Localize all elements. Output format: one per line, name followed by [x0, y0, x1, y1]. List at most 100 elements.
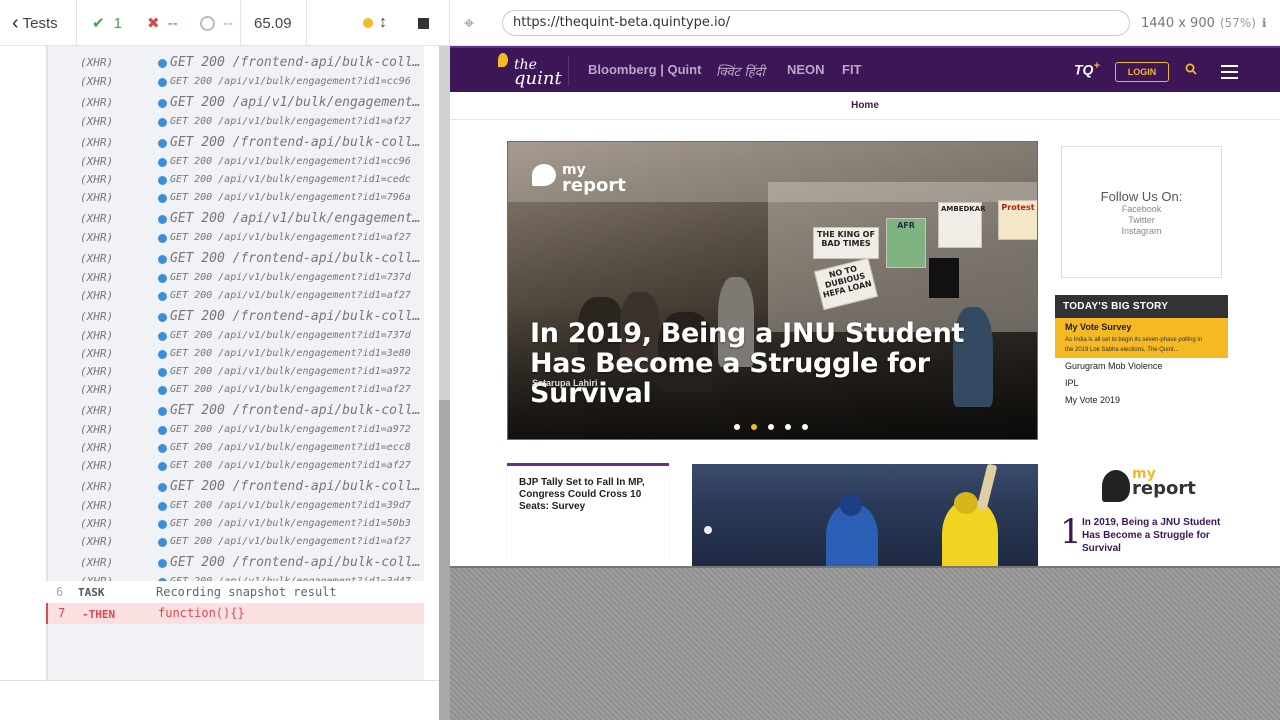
instagram-link[interactable]: Instagram	[1062, 226, 1221, 237]
stop-button[interactable]	[418, 0, 429, 46]
story-card[interactable]: BJP Tally Set to Fall In MP, Congress Co…	[507, 463, 669, 566]
command-xhr[interactable]: (XHR) GET 200 /frontend-api/bulk-collecti…	[48, 249, 424, 269]
xhr-status-dot-icon	[158, 175, 167, 185]
command-message: GET 200 /api/v1/bulk/engagement?id1=cc96	[170, 76, 411, 87]
command-xhr[interactable]: (XHR) GET 200 /api/v1/bulk/engagement?id1…	[48, 171, 424, 189]
follow-title: Follow Us On:	[1100, 189, 1183, 204]
big-story-item[interactable]: Gurugram Mob Violence	[1055, 358, 1228, 375]
command-xhr[interactable]: (XHR) GET 200 /api/v1/bulk/engagement?id1	[48, 93, 424, 113]
login-button[interactable]: LOGIN	[1115, 62, 1169, 82]
speech-bubble-icon	[532, 164, 556, 186]
big-story-featured-desc: the 2019 Lok Sabha elections, The Quint.…	[1065, 347, 1179, 353]
command-task[interactable]: 6 TASK Recording snapshot result	[46, 581, 424, 603]
command-xhr[interactable]: (XHR) GET 200 /frontend-api/bulk-collecti…	[48, 133, 424, 153]
selector-playground-button[interactable]: ⌖	[464, 0, 474, 46]
xhr-status-dot-icon	[158, 77, 167, 87]
command-name: (XHR)	[80, 556, 114, 569]
command-xhr[interactable]: (XHR) GET 200 /api/v1/bulk/engagement?id1…	[48, 327, 424, 345]
command-xhr[interactable]: (XHR) GET 200 /api/v1/bulk/engagement?id1…	[48, 439, 424, 457]
command-xhr[interactable]: (XHR) GET 200 /frontend-api/bulk-collecti…	[48, 553, 424, 573]
command-xhr[interactable]: (XHR) GET 200 /api/v1/bulk/engagement?id1…	[48, 113, 424, 131]
command-name: (XHR)	[80, 480, 114, 493]
url-bar[interactable]: https://thequint-beta.quintype.io/	[502, 10, 1130, 36]
command-xhr[interactable]: (XHR) GET 200 /api/v1/bulk/engagement?id1…	[48, 457, 424, 475]
command-name: (XHR)	[80, 310, 114, 323]
xhr-status-dot-icon	[158, 233, 167, 243]
command-xhr[interactable]: (XHR) GET 200 /api/v1/bulk/engagement?id1…	[48, 269, 424, 287]
hero-carousel[interactable]: THE KING OF BAD TIMES NO TO DUBIOUS HEFA…	[507, 141, 1038, 440]
command-xhr[interactable]: (XHR) GET 200 /api/v1/bulk/engagement?id1…	[48, 287, 424, 305]
breadcrumb-home[interactable]: Home	[450, 92, 1280, 120]
big-story-featured-title: My Vote Survey	[1065, 322, 1132, 332]
search-icon[interactable]	[1185, 62, 1197, 80]
command-xhr[interactable]: (XHR) GET 200 /api/v1/bulk/engagement?id1…	[48, 381, 424, 399]
command-xhr[interactable]: (XHR) GET 200 /api/v1/bulk/engagement?id1…	[48, 515, 424, 533]
command-xhr[interactable]: (XHR) GET 200 /api/v1/bulk/engagement?id1…	[48, 189, 424, 207]
command-xhr[interactable]: (XHR) GET 200 /frontend-api/bulk-collecti…	[48, 307, 424, 327]
command-message: GET 200 /api/v1/bulk/engagement?id1=ecc8	[170, 442, 411, 453]
command-xhr[interactable]: (XHR) GET 200 /api/v1/bulk/engagement?id1	[48, 209, 424, 229]
nav-quint-hindi[interactable]: क्विंट हिंदी	[716, 62, 765, 80]
big-story-featured[interactable]: My Vote Survey As India is all set to be…	[1055, 318, 1228, 358]
command-xhr[interactable]: (XHR) GET 200 /api/v1/bulk/engagement?id1…	[48, 345, 424, 363]
command-xhr[interactable]: (XHR) GET 200 /api/v1/bulk/engagement?id1…	[48, 153, 424, 171]
xhr-status-dot-icon	[158, 443, 167, 453]
carousel-dot[interactable]	[734, 424, 740, 430]
carousel-dot[interactable]	[785, 424, 791, 430]
story-card-image[interactable]	[692, 464, 1038, 566]
carousel-dot[interactable]	[802, 424, 808, 430]
command-xhr[interactable]: (XHR) GET 200 /api/v1/bulk/engagement?id1…	[48, 73, 424, 91]
command-xhr[interactable]: (XHR) GET 200 /frontend-api/bulk-collecti…	[48, 401, 424, 421]
command-message: GET 200 /frontend-api/bulk-collections	[170, 55, 422, 70]
protest-sign: AFR	[886, 218, 926, 268]
command-message: GET 200 /api/v1/bulk/engagement?id1=796a	[170, 192, 411, 203]
command-xhr[interactable]: (XHR) GET 200 /api/v1/bulk/engagement?id1…	[48, 421, 424, 439]
nav-neon[interactable]: NEON	[787, 62, 825, 77]
big-story-item[interactable]: My Vote 2019	[1055, 392, 1228, 409]
nav-bloomberg-quint[interactable]: Bloomberg | Quint	[588, 62, 701, 77]
protest-sign-black	[929, 258, 959, 298]
carousel-dot[interactable]	[768, 424, 774, 430]
follow-us-widget: Follow Us On: Facebook Twitter Instagram	[1061, 146, 1222, 278]
back-to-tests-button[interactable]: ‹ Tests	[12, 0, 58, 46]
nav-fit[interactable]: FIT	[842, 62, 862, 77]
command-message: GET 200 /api/v1/bulk/engagement?id1=af27	[170, 384, 411, 395]
big-story-item[interactable]: IPL	[1055, 375, 1228, 392]
command-name: (XHR)	[80, 96, 114, 109]
myreport-story-title[interactable]: In 2019, Being a JNU Student Has Become …	[1082, 516, 1232, 555]
command-then-failed[interactable]: 7 -THEN function(){}	[46, 603, 424, 624]
command-xhr[interactable]: (XHR) GET 200 /api/v1/bulk/engagement?id1…	[48, 363, 424, 381]
command-xhr[interactable]: (XHR) GET 200 /frontend-api/bulk-collecti…	[48, 477, 424, 497]
command-xhr[interactable]: (XHR) GET 200 /api/v1/bulk/engagement?id1…	[48, 497, 424, 515]
command-xhr[interactable]: (XHR) GET 200 /api/v1/bulk/engagement?id1…	[48, 533, 424, 551]
brand-report: report	[1132, 478, 1196, 499]
carousel-dot-active[interactable]	[751, 424, 757, 430]
command-message: function(){}	[158, 606, 245, 620]
command-xhr[interactable]: (XHR) GET 200 /frontend-api/bulk-collecti…	[48, 53, 424, 73]
command-name: (XHR)	[80, 347, 114, 360]
passed-count: ✔ 1	[92, 0, 122, 46]
command-xhr[interactable]: (XHR) GET 200 /api/v1/bulk/engagement?id1…	[48, 229, 424, 247]
hero-title[interactable]: In 2019, Being a JNU Student Has Become …	[530, 319, 1010, 409]
hamburger-menu-icon[interactable]	[1221, 65, 1238, 83]
command-message: GET 200 /frontend-api/bulk-collections	[170, 403, 422, 418]
twitter-link[interactable]: Twitter	[1062, 215, 1221, 226]
command-message: GET 200 /frontend-api/bulk-collections	[170, 251, 422, 266]
reporter-scrollbar-thumb[interactable]	[439, 400, 450, 720]
crosshair-icon: ⌖	[464, 12, 475, 33]
command-name: (XHR)	[80, 155, 114, 168]
command-message: GET 200 /api/v1/bulk/engagement?id1=39d7	[170, 500, 411, 511]
myreport-sidebar: my report 1 In 2019, Being a JNU Student…	[1060, 464, 1240, 566]
pending-count: --	[200, 0, 233, 46]
tq-plus-link[interactable]: TQ+	[1074, 60, 1100, 78]
auto-scroll-toggle[interactable]: ↕	[363, 0, 387, 46]
xhr-status-dot-icon	[158, 214, 167, 224]
viewport-size: 1440 x 900	[1141, 15, 1215, 31]
myreport-logo: my report	[1102, 466, 1202, 508]
todays-big-story: TODAY'S BIG STORY My Vote Survey As Indi…	[1055, 295, 1228, 409]
command-message: GET 200 /api/v1/bulk/engagement?id1=a972	[170, 366, 411, 377]
info-icon[interactable]: ℹ	[1262, 16, 1267, 30]
reporter-footer	[0, 680, 440, 720]
command-message: GET 200 /api/v1/bulk/engagement?id1=a972	[170, 424, 411, 435]
facebook-link[interactable]: Facebook	[1062, 204, 1221, 215]
